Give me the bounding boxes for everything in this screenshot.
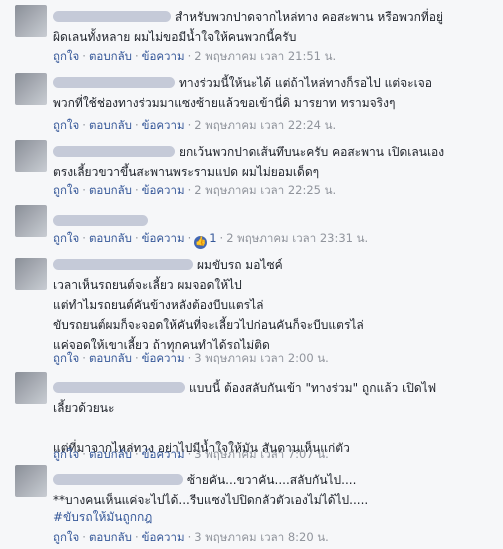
avatar[interactable] bbox=[15, 5, 47, 37]
message-link[interactable]: ข้อความ bbox=[142, 351, 185, 365]
like-link[interactable]: ถูกใจ bbox=[53, 49, 79, 63]
comment-thread: สำหรับพวกปาดจากไหล่ทาง คอสะพาน หรือพวกที… bbox=[0, 0, 503, 549]
like-link[interactable]: ถูกใจ bbox=[53, 530, 79, 544]
message-link[interactable]: ข้อความ bbox=[142, 447, 185, 461]
message-link[interactable]: ข้อความ bbox=[142, 183, 185, 197]
reply-link[interactable]: ตอบกลับ bbox=[89, 351, 132, 365]
comment-time[interactable]: 2 พฤษภาคม เวลา 21:51 น. bbox=[194, 49, 336, 63]
like-link[interactable]: ถูกใจ bbox=[53, 183, 79, 197]
commenter-name-blurred[interactable] bbox=[53, 215, 148, 226]
commenter-name-blurred[interactable] bbox=[53, 146, 175, 157]
commenter-name-blurred[interactable] bbox=[53, 11, 171, 22]
like-link[interactable]: ถูกใจ bbox=[53, 351, 79, 365]
avatar[interactable] bbox=[15, 465, 47, 497]
hashtag-link[interactable]: #ขับรถให้มันถูกกฎ bbox=[53, 509, 493, 526]
comment-time[interactable]: 3 พฤษภาคม เวลา 8:20 น. bbox=[194, 530, 329, 544]
commenter-name-blurred[interactable] bbox=[53, 77, 175, 88]
like-count[interactable]: 1 bbox=[209, 231, 216, 245]
comment-text: ผมขับรถ มอไซค์ เวลาเห็นรถยนต์จะเลี้ยว ผม… bbox=[53, 258, 364, 352]
avatar[interactable] bbox=[15, 73, 47, 105]
like-link[interactable]: ถูกใจ bbox=[53, 231, 79, 245]
comment-time[interactable]: 2 พฤษภาคม เวลา 22:24 น. bbox=[194, 118, 336, 132]
comment-time[interactable]: 3 พฤษภาคม เวลา 2:00 น. bbox=[194, 351, 329, 365]
commenter-name-blurred[interactable] bbox=[53, 474, 183, 485]
avatar[interactable] bbox=[15, 140, 47, 172]
message-link[interactable]: ข้อความ bbox=[142, 231, 185, 245]
like-link[interactable]: ถูกใจ bbox=[53, 447, 79, 461]
reply-link[interactable]: ตอบกลับ bbox=[89, 118, 132, 132]
reply-link[interactable]: ตอบกลับ bbox=[89, 183, 132, 197]
avatar[interactable] bbox=[15, 205, 47, 237]
commenter-name-blurred[interactable] bbox=[53, 259, 193, 270]
reply-link[interactable]: ตอบกลับ bbox=[89, 231, 132, 245]
reply-link[interactable]: ตอบกลับ bbox=[89, 530, 132, 544]
like-link[interactable]: ถูกใจ bbox=[53, 118, 79, 132]
commenter-name-blurred[interactable] bbox=[53, 382, 185, 393]
comment-time[interactable]: 2 พฤษภาคม เวลา 22:25 น. bbox=[194, 183, 336, 197]
reply-link[interactable]: ตอบกลับ bbox=[89, 447, 132, 461]
comment-time[interactable]: 3 พฤษภาคม เวลา 7:07 น. bbox=[194, 447, 329, 461]
avatar[interactable] bbox=[15, 372, 47, 404]
message-link[interactable]: ข้อความ bbox=[142, 49, 185, 63]
message-link[interactable]: ข้อความ bbox=[142, 530, 185, 544]
message-link[interactable]: ข้อความ bbox=[142, 118, 185, 132]
reply-link[interactable]: ตอบกลับ bbox=[89, 49, 132, 63]
avatar[interactable] bbox=[15, 258, 47, 290]
thumbs-up-icon[interactable]: 👍 bbox=[194, 236, 208, 249]
comment-time[interactable]: 2 พฤษภาคม เวลา 23:31 น. bbox=[226, 231, 368, 245]
